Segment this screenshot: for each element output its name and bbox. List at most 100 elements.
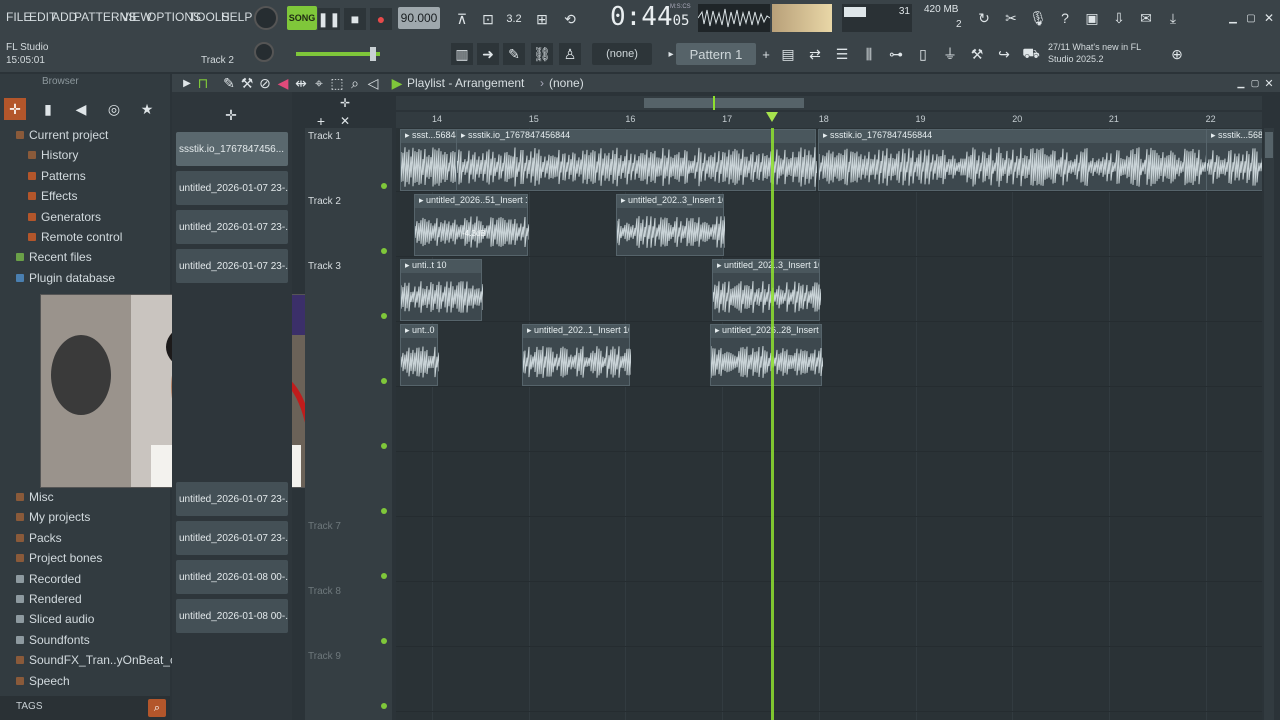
chat-icon[interactable]: ✉: [1135, 7, 1157, 29]
record-icon[interactable]: ●: [370, 8, 392, 30]
track-mute-led[interactable]: [381, 443, 387, 449]
audio-clip[interactable]: ▸ unti..t 10: [400, 259, 483, 321]
timeline-scroll-thumb[interactable]: [644, 98, 804, 108]
faders-icon[interactable]: ⫼: [858, 43, 880, 65]
tags-search-icon[interactable]: ⌕: [148, 699, 166, 717]
browser-item-my-projects[interactable]: My projects: [16, 510, 90, 524]
browser-item-history[interactable]: History: [28, 148, 78, 162]
file-icon[interactable]: ▯: [912, 43, 934, 65]
wait-input-icon[interactable]: ⊡: [477, 8, 499, 30]
picker-item[interactable]: untitled_2026-01-08 00-...: [176, 560, 288, 594]
channel-rack-icon[interactable]: ⇄: [804, 43, 826, 65]
track-mute-led[interactable]: [381, 508, 387, 514]
audio-clip[interactable]: ▸ untitled_202..1_Insert 10: [522, 324, 631, 386]
browser-item-soundfx-tran-yonbeat-com[interactable]: SoundFX_Tran..yOnBeat_com: [16, 653, 193, 667]
step-edit-icon[interactable]: ⊞: [531, 8, 553, 30]
browser-starred-icon[interactable]: ★: [136, 98, 158, 120]
shop-icon[interactable]: ⛟: [1020, 43, 1042, 65]
none-selector[interactable]: (none): [592, 43, 652, 65]
playhead-marker[interactable]: [766, 112, 778, 122]
track-name[interactable]: Track 2: [308, 196, 341, 207]
browser-plugins-icon[interactable]: ◀: [70, 98, 92, 120]
track-name[interactable]: Track 9: [308, 651, 341, 662]
mixer-icon[interactable]: ☰: [831, 43, 853, 65]
browser-item-project-bones[interactable]: Project bones: [16, 551, 102, 565]
browser-item-current-project[interactable]: Current project: [16, 128, 108, 142]
browser-item-recorded[interactable]: Recorded: [16, 572, 81, 586]
audio-clip[interactable]: ▸ ssstik.io_1767847456844: [456, 129, 817, 191]
globe-icon[interactable]: ⊕: [1166, 43, 1188, 65]
browser-current-project-icon[interactable]: ▮: [37, 98, 59, 120]
cut-icon[interactable]: ✂: [1000, 7, 1022, 29]
tools-icon[interactable]: ⚒: [966, 43, 988, 65]
audio-clip[interactable]: ▸ untitled_2026..28_Insert 10: [710, 324, 823, 386]
export-icon[interactable]: ⇩: [1108, 7, 1130, 29]
playback-tool-icon[interactable]: ◁: [362, 72, 384, 94]
track-name[interactable]: Track 7: [308, 521, 341, 532]
picker-item[interactable]: untitled_2026-01-07 23-...: [176, 210, 288, 244]
track-mute-led[interactable]: [381, 183, 387, 189]
browser-item-packs[interactable]: Packs: [16, 531, 62, 545]
patcher-icon[interactable]: ⊶: [885, 43, 907, 65]
browser-db-icon[interactable]: ◎: [103, 98, 125, 120]
track-mute-led[interactable]: [381, 703, 387, 709]
master-pitch-slider[interactable]: [296, 47, 380, 61]
download-icon[interactable]: ⤓: [1162, 7, 1184, 29]
timeline-scrollbar[interactable]: [396, 96, 1262, 110]
song-mode-toggle[interactable]: SONG: [287, 6, 317, 30]
close-icon[interactable]: ✕: [1258, 7, 1280, 29]
track-mute-led[interactable]: [381, 573, 387, 579]
master-volume-knob[interactable]: [254, 6, 278, 30]
browser-item-speech[interactable]: Speech: [16, 674, 70, 688]
loop-record-icon[interactable]: ⟲: [559, 8, 581, 30]
track-name[interactable]: Track 8: [308, 586, 341, 597]
picker-item[interactable]: untitled_2026-01-07 23-...: [176, 249, 288, 283]
forward-icon[interactable]: ↪: [993, 43, 1015, 65]
picker-item[interactable]: untitled_2026-01-07 23-...: [176, 482, 288, 516]
browser-item-remote-control[interactable]: Remote control: [28, 230, 122, 244]
track-zoom-icon[interactable]: ✛: [334, 92, 356, 114]
refresh-icon[interactable]: ↻: [973, 7, 995, 29]
vertical-scrollbar[interactable]: [1264, 128, 1274, 720]
microphone-icon[interactable]: 🎙: [1027, 7, 1049, 29]
browser-item-sliced-audio[interactable]: Sliced audio: [16, 612, 94, 626]
audio-clip[interactable]: ▸ untitled_2026..51_Insert 10: [414, 194, 529, 256]
browser-item-effects[interactable]: Effects: [28, 189, 77, 203]
stamp-icon[interactable]: ♙: [559, 43, 581, 65]
audio-clip[interactable]: ▸ ssst...56844: [400, 129, 459, 191]
track-mute-led[interactable]: [381, 638, 387, 644]
picker-item[interactable]: untitled_2026-01-07 23-...: [176, 171, 288, 205]
playlist-icon[interactable]: ▤: [777, 43, 799, 65]
audio-clip[interactable]: ▸ untitled_202..3_Insert 10: [712, 259, 821, 321]
audio-clip[interactable]: ▸ untitled_202..3_Insert 10: [616, 194, 725, 256]
metronome-icon[interactable]: ⊼: [451, 8, 473, 30]
pencil-icon[interactable]: ✎: [503, 43, 525, 65]
audio-clip[interactable]: ▸ ssstik.io_1767847456844: [818, 129, 1209, 191]
browser-item-plugin-database[interactable]: Plugin database: [16, 271, 115, 285]
picker-item[interactable]: untitled_2026-01-08 00-...: [176, 599, 288, 633]
arrow-icon[interactable]: ➜: [477, 43, 499, 65]
pattern-selector[interactable]: Pattern 1: [676, 43, 756, 65]
browser-item-rendered[interactable]: Rendered: [16, 592, 82, 606]
picker-add-icon[interactable]: ✛: [220, 104, 242, 126]
add-pattern-icon[interactable]: +: [755, 43, 777, 65]
news-panel[interactable]: 27/11 What's new in FL Studio 2025.2: [1048, 41, 1168, 65]
pause-icon[interactable]: ❚❚: [317, 8, 341, 30]
plug-icon[interactable]: ⏚: [939, 43, 961, 65]
picker-item[interactable]: untitled_2026-01-07 23-...: [176, 521, 288, 555]
track-mute-led[interactable]: [381, 248, 387, 254]
browser-item-patterns[interactable]: Patterns: [28, 169, 86, 183]
track-name[interactable]: Track 3: [308, 261, 341, 272]
browser-item-recent-files[interactable]: Recent files: [16, 250, 92, 264]
magnet-icon[interactable]: ⊓: [192, 72, 214, 94]
piano-roll-icon[interactable]: ▥: [451, 43, 473, 65]
playlist-grid[interactable]: ▸ ssst...56844 ▸ ssstik.io_1767847456844 ▸…: [396, 128, 1262, 720]
timeline-ruler[interactable]: 14 15 16 17 18 19 20 21 22: [396, 112, 1262, 128]
menu-file[interactable]: FILE: [6, 10, 31, 24]
vertical-scroll-thumb[interactable]: [1265, 132, 1273, 158]
browser-all-icon[interactable]: ✛: [4, 98, 26, 120]
browser-item-soundfonts[interactable]: Soundfonts: [16, 633, 90, 647]
pitch-knob[interactable]: [254, 42, 274, 62]
stop-icon[interactable]: ■: [344, 8, 366, 30]
help-icon[interactable]: ?: [1054, 7, 1076, 29]
